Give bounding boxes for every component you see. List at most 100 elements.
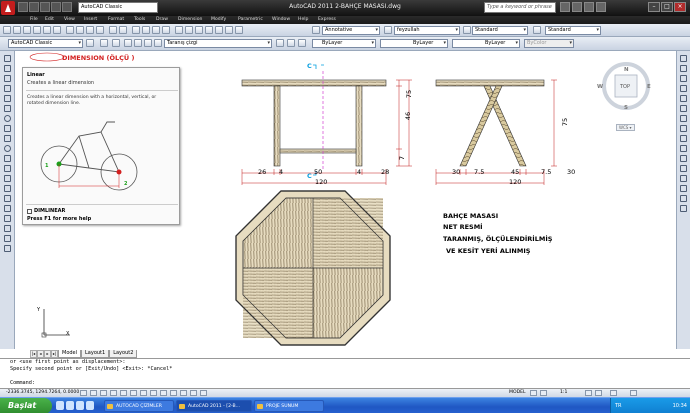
hatch-icon[interactable] (4, 195, 11, 202)
sun-icon[interactable] (134, 39, 142, 47)
polygon-icon[interactable] (4, 85, 11, 92)
construction-line-icon[interactable] (4, 65, 11, 72)
infer-constraints-icon[interactable] (80, 390, 87, 396)
trim-icon[interactable] (680, 145, 687, 152)
taskbar-item-autocad-2011[interactable]: AutoCAD 2011 - [2-B... (176, 400, 252, 412)
break-icon[interactable] (680, 165, 687, 172)
dim-style-select[interactable]: feyzullah (394, 26, 460, 35)
annotation-visibility-icon[interactable] (585, 390, 592, 396)
menu-window[interactable]: Window (272, 16, 290, 24)
layer-color-icon[interactable] (154, 39, 162, 47)
help-icon[interactable] (235, 26, 243, 34)
snap-mode-icon[interactable] (90, 390, 97, 396)
quick-view-layouts-icon[interactable] (530, 390, 537, 396)
search-icon[interactable] (560, 2, 570, 12)
prev-tab-icon[interactable]: ◂ (37, 350, 44, 358)
rotate-icon[interactable] (680, 115, 687, 122)
start-button[interactable]: Başlat (0, 398, 52, 413)
zoom-previous-icon[interactable] (162, 26, 170, 34)
layer-properties-icon[interactable] (100, 39, 108, 47)
zoom-window-icon[interactable] (152, 26, 160, 34)
redo-icon[interactable] (119, 26, 127, 34)
lineweight-icon[interactable] (180, 390, 187, 396)
grid-display-icon[interactable] (100, 390, 107, 396)
text-style-select[interactable]: Annotative (322, 26, 380, 35)
dynamic-input-icon[interactable] (170, 390, 177, 396)
menu-file[interactable]: File (30, 16, 38, 24)
wcs-menu[interactable]: WCS ▾ (616, 124, 635, 131)
print-icon[interactable] (33, 26, 41, 34)
make-block-icon[interactable] (4, 175, 11, 182)
fillet-icon[interactable] (680, 195, 687, 202)
array-icon[interactable] (680, 95, 687, 102)
annotation-scale[interactable]: 1:1 (560, 389, 567, 397)
spline-icon[interactable] (4, 135, 11, 142)
menu-format[interactable]: Format (108, 16, 124, 24)
text-style-icon[interactable] (312, 26, 320, 34)
layer-isolate-icon[interactable] (298, 39, 306, 47)
object-snap-tracking-icon[interactable] (150, 390, 157, 396)
preview-icon[interactable] (43, 26, 51, 34)
menu-edit[interactable]: Edit (45, 16, 54, 24)
tab-layout1[interactable]: Layout1 (81, 350, 110, 358)
menu-modify[interactable]: Modify (211, 16, 226, 24)
add-selected-icon[interactable] (4, 245, 11, 252)
move-icon[interactable] (680, 105, 687, 112)
model-space-label[interactable]: MODEL (509, 389, 526, 397)
open-icon[interactable] (13, 26, 21, 34)
minimize-button[interactable]: – (648, 2, 660, 12)
3d-object-snap-icon[interactable] (140, 390, 147, 396)
lineweight-select[interactable]: ByLayer (452, 39, 520, 48)
layer-state-icon[interactable] (112, 39, 120, 47)
multiline-text-icon[interactable] (4, 235, 11, 242)
scale-icon[interactable] (680, 125, 687, 132)
ortho-mode-icon[interactable] (110, 390, 117, 396)
table-style-select[interactable]: Standard (472, 26, 528, 35)
erase-icon[interactable] (680, 55, 687, 62)
quick-properties-icon[interactable] (200, 390, 207, 396)
undo-icon[interactable] (109, 26, 117, 34)
next-tab-icon[interactable]: ▸ (44, 350, 51, 358)
quick-launch-desktop-icon[interactable] (56, 401, 64, 410)
taskbar-item-autocad-cizimler[interactable]: AUTOCAD ÇİZİMLER (104, 400, 174, 412)
command-window[interactable]: or <use first point as displacement>: Sp… (0, 358, 690, 388)
table-style-icon[interactable] (463, 26, 471, 34)
extend-icon[interactable] (680, 155, 687, 162)
pan-icon[interactable] (132, 26, 140, 34)
first-tab-icon[interactable]: |◂ (30, 350, 37, 358)
join-icon[interactable] (680, 175, 687, 182)
design-center-icon[interactable] (185, 26, 193, 34)
workspace-switching-icon[interactable] (595, 390, 602, 396)
arc-icon[interactable] (4, 105, 11, 112)
copy-icon[interactable] (76, 26, 84, 34)
calculator-icon[interactable] (225, 26, 233, 34)
clean-screen-icon[interactable] (630, 390, 637, 396)
quick-launch-browser-icon[interactable] (66, 401, 74, 410)
zoom-realtime-icon[interactable] (142, 26, 150, 34)
object-snap-icon[interactable] (130, 390, 137, 396)
quick-launch-explorer-icon[interactable] (86, 401, 94, 410)
linetype-select[interactable]: ByLayer (380, 39, 448, 48)
qnew-icon[interactable] (3, 26, 11, 34)
ellipse-icon[interactable] (4, 145, 11, 152)
transparency-icon[interactable] (190, 390, 197, 396)
multileader-style-select[interactable]: Standard (545, 26, 601, 35)
line-icon[interactable] (4, 55, 11, 62)
menu-parametric[interactable]: Parametric (238, 16, 263, 24)
dim-style-icon[interactable] (384, 26, 392, 34)
table-icon[interactable] (4, 225, 11, 232)
region-icon[interactable] (4, 215, 11, 222)
polyline-icon[interactable] (4, 75, 11, 82)
ellipse-arc-icon[interactable] (4, 155, 11, 162)
point-icon[interactable] (4, 185, 11, 192)
explode-icon[interactable] (680, 205, 687, 212)
match-properties-icon[interactable] (96, 26, 104, 34)
layer-select[interactable]: Taranış çizgi (164, 39, 272, 48)
rectangle-icon[interactable] (4, 95, 11, 102)
clock[interactable]: 10:34 (673, 403, 687, 409)
lock-icon[interactable] (144, 39, 152, 47)
make-current-icon[interactable] (276, 39, 284, 47)
stretch-icon[interactable] (680, 135, 687, 142)
chamfer-icon[interactable] (680, 185, 687, 192)
offset-icon[interactable] (680, 85, 687, 92)
